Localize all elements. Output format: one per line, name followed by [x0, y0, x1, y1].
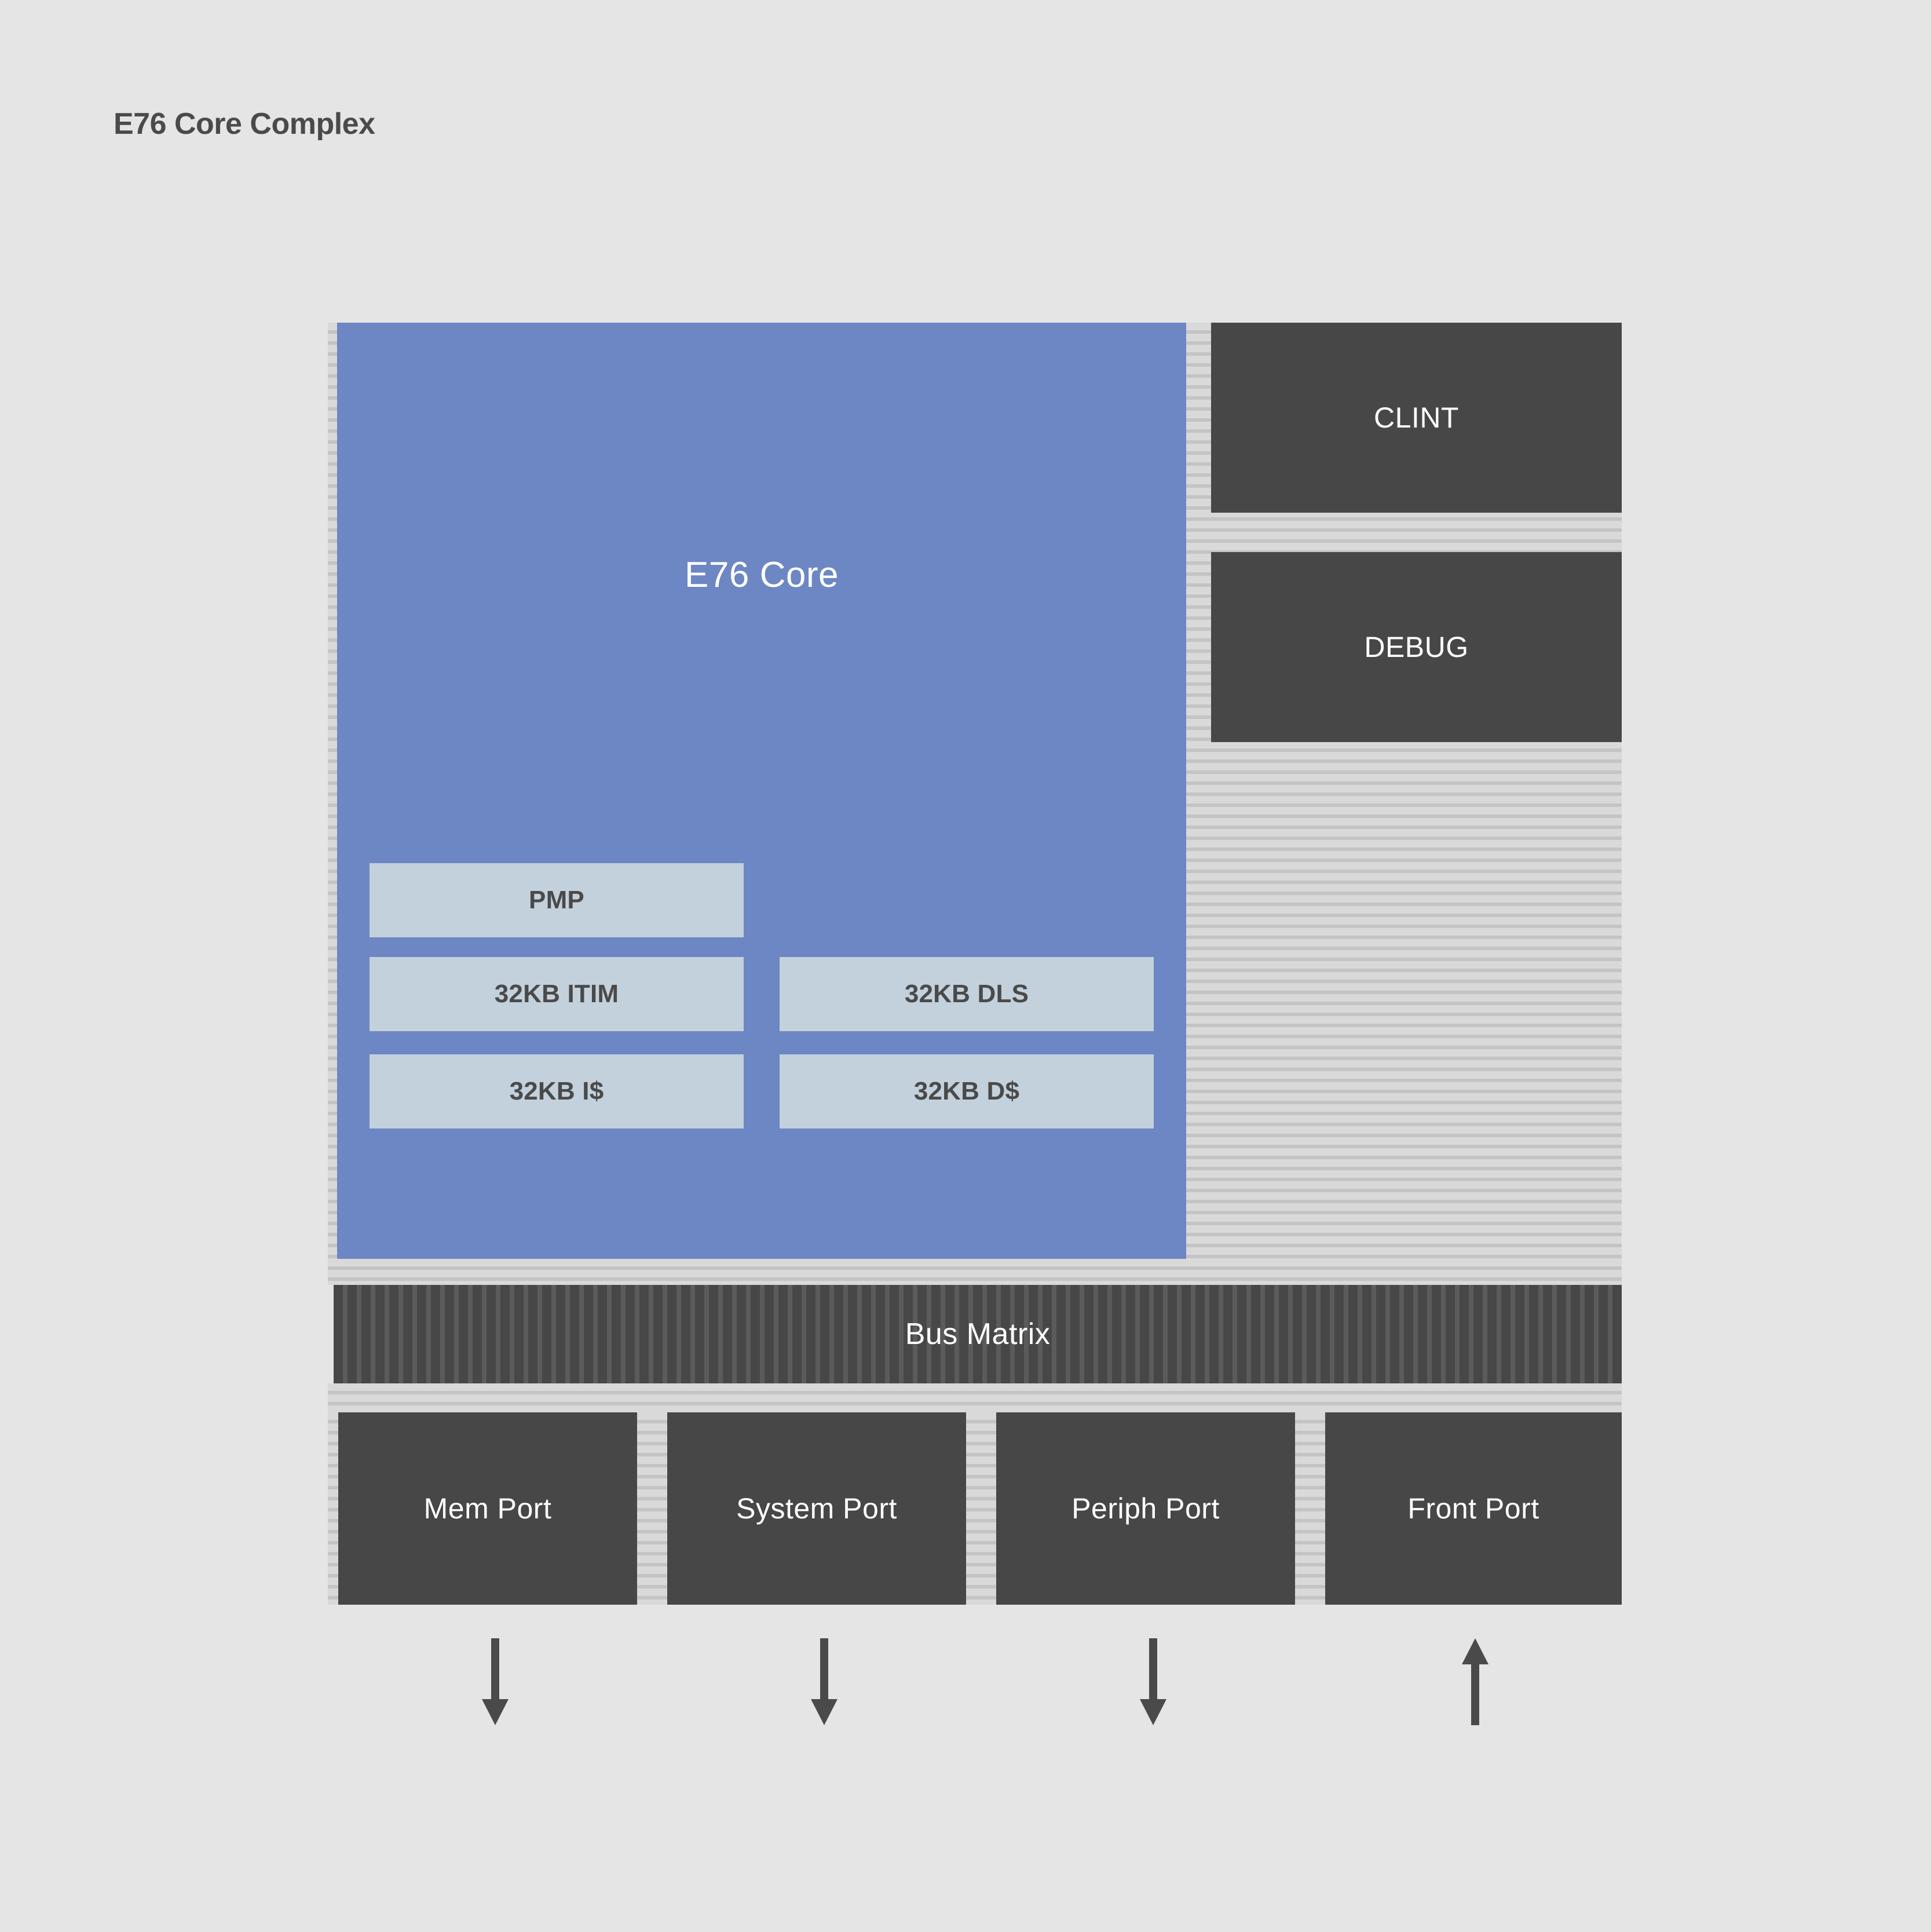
left-hatch-strip [328, 323, 337, 1259]
bus-matrix-label: Bus Matrix [905, 1317, 1051, 1351]
pmp-block[interactable]: PMP [370, 863, 744, 937]
bus-matrix-bottom-gap [328, 1383, 1622, 1412]
debug-label: DEBUG [1364, 631, 1469, 663]
diagram-canvas: E76 Core Complex CLINT DEBUG E76 Core PM… [0, 0, 1931, 1932]
front-port-block[interactable]: Front Port [1325, 1412, 1622, 1605]
system-port-label: System Port [736, 1492, 897, 1525]
system-port-arrow [804, 1638, 844, 1731]
arrow-down-icon [482, 1638, 509, 1725]
system-port-block[interactable]: System Port [667, 1412, 966, 1605]
bus-matrix-block[interactable]: Bus Matrix [334, 1285, 1622, 1383]
itim-label: 32KB ITIM [494, 980, 619, 1008]
dcache-block[interactable]: 32KB D$ [780, 1054, 1154, 1128]
front-port-arrow [1455, 1638, 1495, 1731]
debug-block[interactable]: DEBUG [1211, 552, 1622, 742]
e76-core-block[interactable]: E76 Core PMP 32KB ITIM 32KB DLS 32KB I$ … [337, 323, 1186, 1259]
dls-block[interactable]: 32KB DLS [780, 957, 1154, 1031]
e76-core-label: E76 Core [685, 555, 839, 595]
periph-port-arrow [1133, 1638, 1173, 1731]
mem-port-block[interactable]: Mem Port [338, 1412, 637, 1605]
pmp-label: PMP [529, 886, 584, 914]
itim-block[interactable]: 32KB ITIM [370, 957, 744, 1031]
mem-port-arrow [475, 1638, 515, 1731]
arrow-down-icon [1140, 1638, 1166, 1725]
clint-block[interactable]: CLINT [1211, 323, 1622, 513]
icache-block[interactable]: 32KB I$ [370, 1054, 744, 1128]
page-title: E76 Core Complex [114, 107, 375, 141]
arrow-down-icon [811, 1638, 838, 1725]
arrow-up-icon [1462, 1638, 1489, 1725]
periph-port-block[interactable]: Periph Port [996, 1412, 1295, 1605]
bus-matrix-top-gap [328, 1259, 1622, 1285]
periph-port-label: Periph Port [1071, 1492, 1220, 1525]
dcache-label: 32KB D$ [913, 1077, 1020, 1105]
front-port-label: Front Port [1407, 1492, 1539, 1525]
mem-port-label: Mem Port [423, 1492, 552, 1525]
clint-label: CLINT [1374, 401, 1459, 434]
icache-label: 32KB I$ [509, 1077, 604, 1105]
dls-label: 32KB DLS [904, 980, 1029, 1008]
